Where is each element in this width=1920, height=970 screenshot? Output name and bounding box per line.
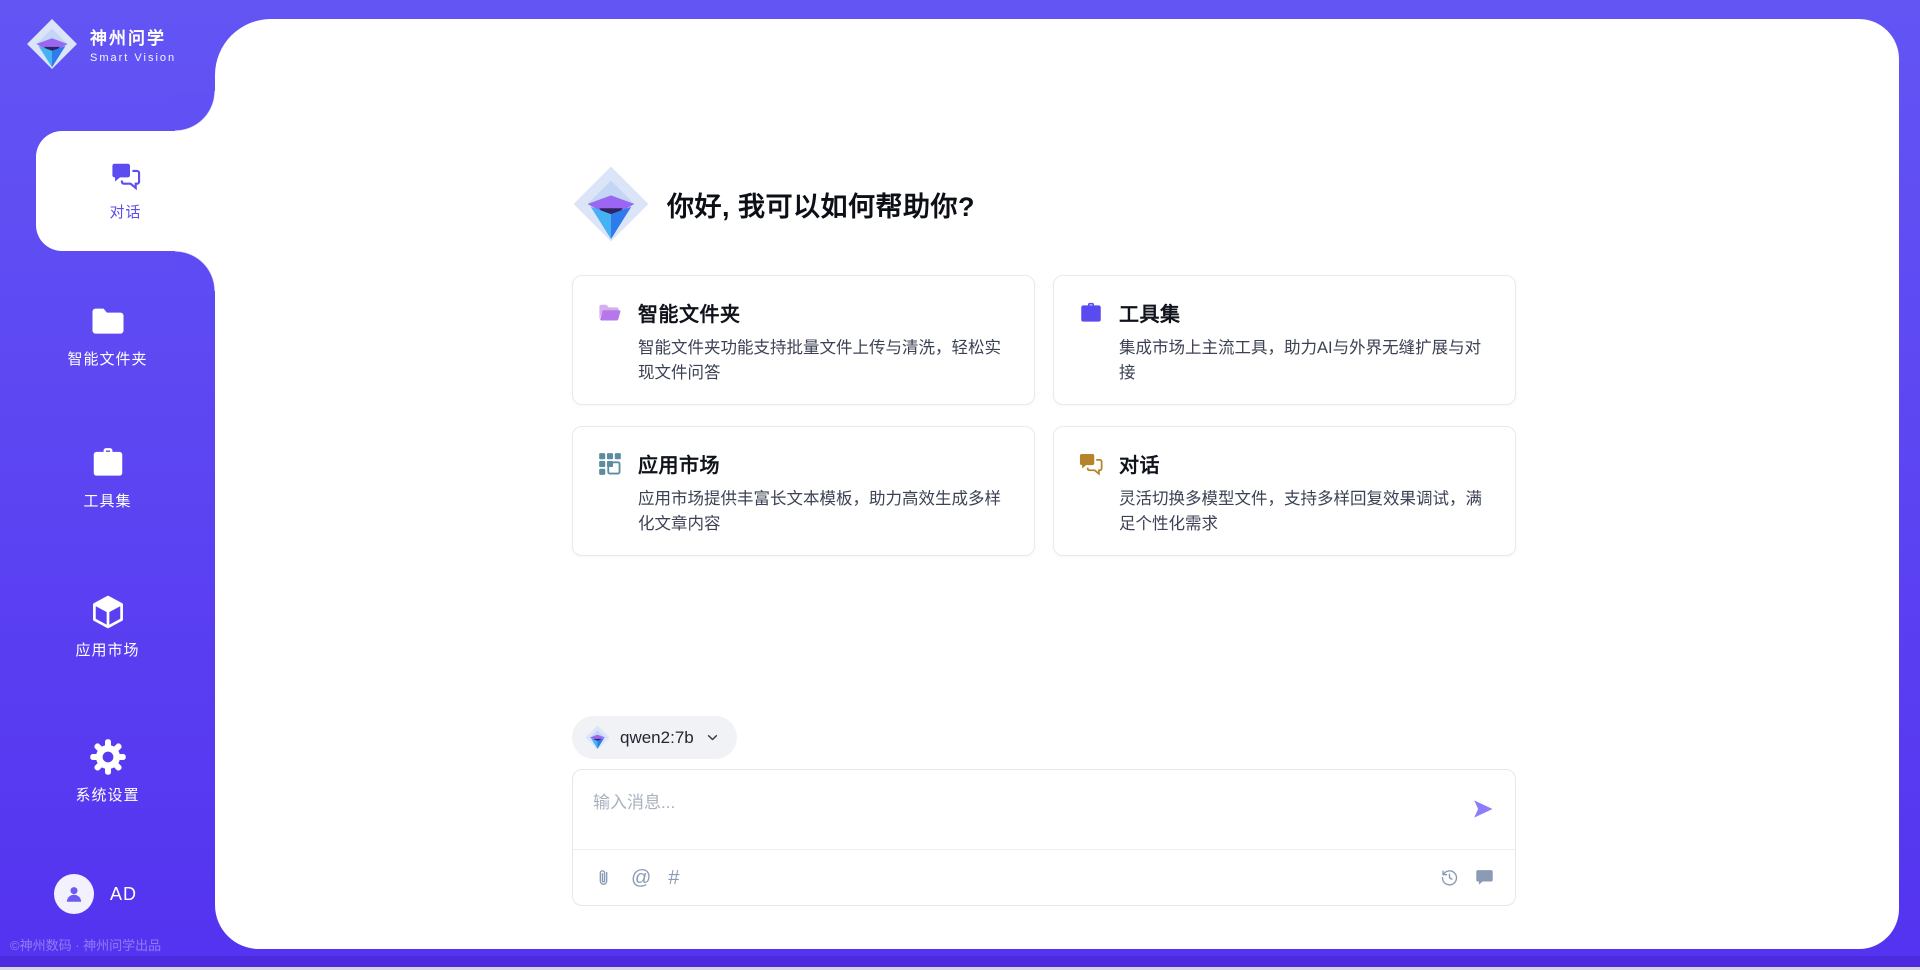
cube-icon (89, 593, 127, 631)
brand-logo: 神州问学 Smart Vision (26, 18, 176, 70)
feature-cards: 智能文件夹 智能文件夹功能支持批量文件上传与清洗，轻松实现文件问答 工具集 集成… (572, 275, 1516, 556)
person-icon (62, 882, 86, 906)
sidebar: 神州问学 Smart Vision 对话 智能文件夹 工具集 应用市场 (0, 0, 215, 970)
sidebar-item-settings[interactable]: 系统设置 (0, 738, 215, 805)
brand-name: 神州问学 (90, 24, 176, 49)
assistant-diamond-icon (572, 165, 650, 243)
model-selector[interactable]: qwen2:7b (572, 716, 737, 759)
composer: qwen2:7b @ # (572, 716, 1516, 906)
attachment-button[interactable] (593, 867, 614, 888)
card-description: 集成市场上主流工具，助力AI与外界无缝扩展与对接 (1119, 336, 1491, 386)
greeting: 你好, 我可以如何帮助你? (572, 165, 975, 243)
message-input-box: @ # (572, 769, 1516, 906)
chat-icon (1078, 451, 1104, 477)
briefcase-icon (89, 444, 127, 482)
chevron-down-icon (704, 729, 721, 746)
folder-open-icon (597, 300, 623, 326)
sidebar-item-label: 应用市场 (75, 639, 139, 660)
briefcase-icon (1078, 300, 1104, 326)
card-title: 应用市场 (638, 449, 720, 478)
feature-card-smart-folder[interactable]: 智能文件夹 智能文件夹功能支持批量文件上传与清洗，轻松实现文件问答 (572, 275, 1035, 405)
user-name: AD (110, 884, 137, 905)
sidebar-item-smart-folder[interactable]: 智能文件夹 (0, 302, 215, 369)
send-button[interactable] (1471, 796, 1497, 822)
feature-card-toolset[interactable]: 工具集 集成市场上主流工具，助力AI与外界无缝扩展与对接 (1053, 275, 1516, 405)
card-title: 智能文件夹 (638, 298, 741, 327)
greeting-title: 你好, 我可以如何帮助你? (667, 185, 975, 224)
sidebar-item-label: 对话 (109, 201, 141, 222)
sidebar-item-label: 工具集 (83, 490, 131, 511)
card-description: 应用市场提供丰富长文本模板，助力高效生成多样化文章内容 (638, 487, 1010, 537)
brand-subtitle: Smart Vision (90, 52, 176, 64)
card-description: 灵活切换多模型文件，支持多样回复效果调试，满足个性化需求 (1119, 487, 1491, 537)
sidebar-item-toolset[interactable]: 工具集 (0, 444, 215, 511)
brand-diamond-icon (26, 18, 78, 70)
history-button[interactable] (1439, 867, 1460, 888)
message-input[interactable] (573, 770, 1515, 846)
topic-button[interactable]: # (668, 868, 679, 888)
avatar (54, 874, 94, 914)
window-bottom-strip (0, 956, 1920, 967)
gear-icon (89, 738, 127, 776)
grid-icon (597, 451, 623, 477)
sidebar-item-chat[interactable]: 对话 (36, 131, 215, 251)
feature-card-chat[interactable]: 对话 灵活切换多模型文件，支持多样回复效果调试，满足个性化需求 (1053, 426, 1516, 556)
model-name: qwen2:7b (620, 728, 694, 748)
card-title: 工具集 (1119, 298, 1181, 327)
chat-icon (110, 160, 142, 192)
sidebar-item-app-market[interactable]: 应用市场 (0, 593, 215, 660)
feature-card-app-market[interactable]: 应用市场 应用市场提供丰富长文本模板，助力高效生成多样化文章内容 (572, 426, 1035, 556)
card-title: 对话 (1119, 449, 1160, 478)
sidebar-footer: ©神州数码 · 神州问学出品 (10, 935, 161, 954)
mention-button[interactable]: @ (631, 868, 651, 888)
conversation-button[interactable] (1474, 867, 1495, 888)
composer-toolbar: @ # (573, 850, 1515, 905)
sidebar-item-label: 系统设置 (75, 784, 139, 805)
sidebar-item-label: 智能文件夹 (67, 348, 147, 369)
send-icon (1471, 797, 1495, 821)
user-profile[interactable]: AD (54, 874, 137, 914)
folder-icon (89, 302, 127, 340)
main-content: 你好, 我可以如何帮助你? 智能文件夹 智能文件夹功能支持批量文件上传与清洗，轻… (215, 19, 1899, 949)
card-description: 智能文件夹功能支持批量文件上传与清洗，轻松实现文件问答 (638, 336, 1010, 386)
model-diamond-icon (585, 725, 610, 750)
